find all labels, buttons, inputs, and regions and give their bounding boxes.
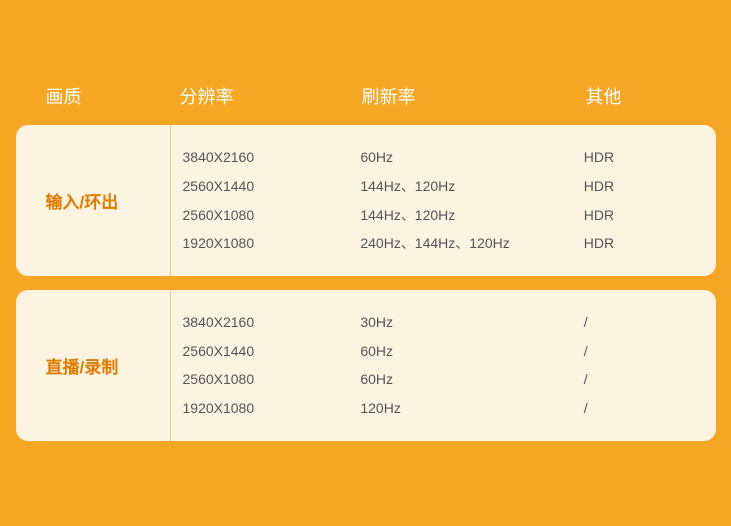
- ref-entry-0-3: 240Hz、144Hz、120Hz: [360, 229, 573, 258]
- res-entry-0-3: 1920X1080: [183, 229, 351, 258]
- header-other: 其他: [576, 83, 716, 109]
- header-refresh: 刷新率: [352, 83, 576, 109]
- quality-cell-1: 直播/录制: [16, 290, 170, 441]
- other-col-0: HDR HDR HDR HDR: [574, 143, 716, 258]
- header-resolution: 分辨率: [170, 83, 352, 109]
- main-container: 画质 分辨率 刷新率 其他 输入/环出 3840X2160 2560X1440 …: [16, 71, 716, 455]
- oth-entry-0-3: HDR: [584, 229, 716, 258]
- right-cols-0: 3840X2160 2560X1440 2560X1080 1920X1080 …: [170, 125, 716, 276]
- header-quality: 画质: [16, 83, 170, 109]
- res-entry-0-0: 3840X2160: [183, 143, 351, 172]
- resolution-col-0: 3840X2160 2560X1440 2560X1080 1920X1080: [171, 143, 351, 258]
- refresh-col-0: 60Hz 144Hz、120Hz 144Hz、120Hz 240Hz、144Hz…: [350, 143, 573, 258]
- row-section-0: 输入/环出 3840X2160 2560X1440 2560X1080 1920…: [16, 125, 716, 276]
- row-inner-0: 输入/环出 3840X2160 2560X1440 2560X1080 1920…: [16, 125, 716, 276]
- oth-entry-0-0: HDR: [584, 143, 716, 172]
- res-entry-0-2: 2560X1080: [183, 201, 351, 230]
- oth-entry-0-1: HDR: [584, 172, 716, 201]
- table-header: 画质 分辨率 刷新率 其他: [16, 71, 716, 125]
- resolution-col-1: 3840X2160 2560X1440 2560X1080 1920X1080: [171, 308, 351, 423]
- res-entry-1-2: 2560X1080: [183, 365, 351, 394]
- res-entry-1-3: 1920X1080: [183, 394, 351, 423]
- row-inner-1: 直播/录制 3840X2160 2560X1440 2560X1080 1920…: [16, 290, 716, 441]
- oth-entry-1-1: /: [584, 337, 716, 366]
- quality-label-1: 直播/录制: [46, 353, 119, 378]
- row-section-1: 直播/录制 3840X2160 2560X1440 2560X1080 1920…: [16, 290, 716, 441]
- ref-entry-0-2: 144Hz、120Hz: [360, 201, 573, 230]
- ref-entry-0-1: 144Hz、120Hz: [360, 172, 573, 201]
- ref-entry-1-1: 60Hz: [360, 337, 573, 366]
- refresh-col-1: 30Hz 60Hz 60Hz 120Hz: [350, 308, 573, 423]
- res-entry-0-1: 2560X1440: [183, 172, 351, 201]
- res-entry-1-1: 2560X1440: [183, 337, 351, 366]
- ref-entry-1-2: 60Hz: [360, 365, 573, 394]
- oth-entry-1-3: /: [584, 394, 716, 423]
- ref-entry-0-0: 60Hz: [360, 143, 573, 172]
- other-col-1: / / / /: [574, 308, 716, 423]
- right-cols-1: 3840X2160 2560X1440 2560X1080 1920X1080 …: [170, 290, 716, 441]
- oth-entry-0-2: HDR: [584, 201, 716, 230]
- quality-label-0: 输入/环出: [46, 188, 119, 213]
- ref-entry-1-0: 30Hz: [360, 308, 573, 337]
- quality-cell-0: 输入/环出: [16, 125, 170, 276]
- oth-entry-1-0: /: [584, 308, 716, 337]
- res-entry-1-0: 3840X2160: [183, 308, 351, 337]
- oth-entry-1-2: /: [584, 365, 716, 394]
- ref-entry-1-3: 120Hz: [360, 394, 573, 423]
